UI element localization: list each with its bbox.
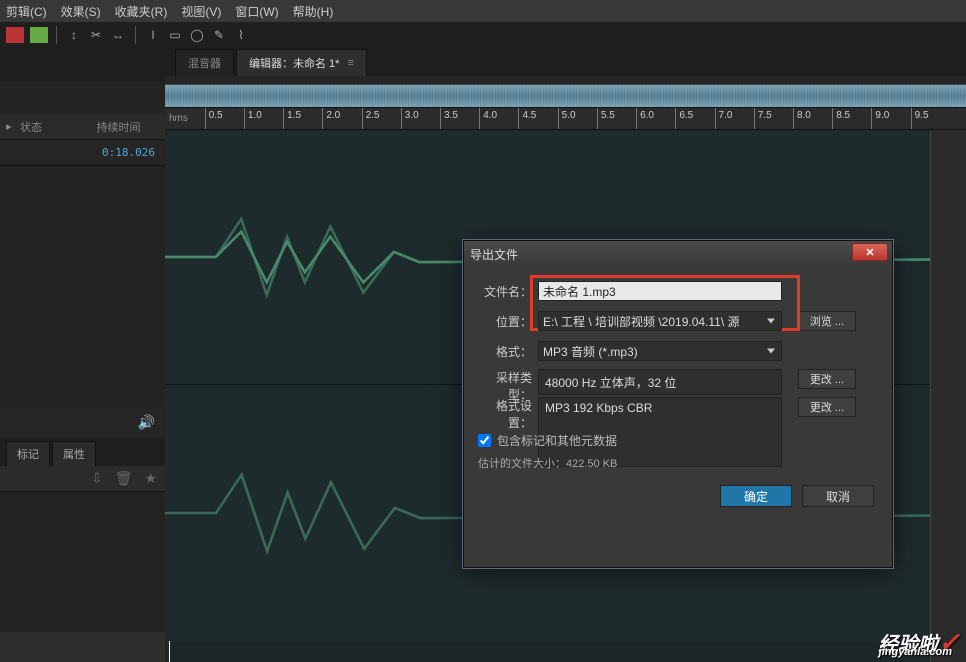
- ruler-tick: 4.0: [479, 108, 497, 129]
- menu-favorites[interactable]: 收藏夹(R): [115, 3, 168, 20]
- ruler-tick: 0.5: [205, 108, 223, 129]
- include-metadata-label: 包含标记和其他元数据: [497, 432, 617, 449]
- ruler-tick: 3.0: [401, 108, 419, 129]
- lasso-tool-icon[interactable]: ◯: [188, 27, 206, 43]
- slip-tool-icon[interactable]: ↔: [109, 27, 127, 43]
- menu-help[interactable]: 帮助(H): [293, 3, 334, 20]
- ruler-tick: 5.0: [558, 108, 576, 129]
- chevron-down-icon: [767, 349, 775, 354]
- editor-tabs: 混音器 编辑器：未命名 1* ≡: [165, 48, 966, 76]
- file-panel-header: ▸ 状态 持续时间: [0, 114, 165, 140]
- input-filename[interactable]: 未命名 1.mp3: [538, 281, 782, 301]
- speaker-icon[interactable]: 🔊: [138, 414, 155, 431]
- ruler-tick: 2.0: [322, 108, 340, 129]
- select-format[interactable]: MP3 音频 (*.mp3): [538, 341, 782, 361]
- side-tabs: 标记 属性: [0, 438, 165, 466]
- razor-tool-icon[interactable]: ✂: [87, 27, 105, 43]
- overview-waveform[interactable]: [165, 84, 966, 108]
- ruler-tick: 1.5: [283, 108, 301, 129]
- ok-button[interactable]: 确定: [720, 485, 792, 507]
- speaker-row: 🔊: [0, 406, 165, 438]
- cancel-button[interactable]: 取消: [802, 485, 874, 507]
- marquee-tool-icon[interactable]: ▭: [166, 27, 184, 43]
- ruler-tick: 2.5: [362, 108, 380, 129]
- file-row[interactable]: 0:18.026: [0, 140, 165, 166]
- ruler-tick: 7.5: [754, 108, 772, 129]
- menu-clip[interactable]: 剪辑(C): [6, 3, 47, 20]
- menu-effects[interactable]: 效果(S): [61, 3, 101, 20]
- info-sample: 48000 Hz 立体声，32 位: [538, 369, 782, 395]
- ruler-tick: 1.0: [244, 108, 262, 129]
- brush-tool-icon[interactable]: ✎: [210, 27, 228, 43]
- trash-icon[interactable]: 🗑: [115, 470, 133, 487]
- file-list-area: [0, 166, 165, 406]
- change-sample-button[interactable]: 更改 ...: [798, 369, 856, 389]
- watermark: 经验啦✓ jingyanla.com: [878, 627, 960, 658]
- side-bottom: [0, 632, 165, 662]
- time-tool-icon[interactable]: I: [144, 27, 162, 43]
- ruler-tick: 6.0: [636, 108, 654, 129]
- change-format-button[interactable]: 更改 ...: [798, 397, 856, 417]
- duration-value: 0:18.026: [102, 146, 155, 159]
- expand-icon[interactable]: ▸: [0, 120, 12, 133]
- star-icon[interactable]: ★: [144, 470, 157, 487]
- ruler-tick: 3.5: [440, 108, 458, 129]
- ruler-tick: 8.5: [832, 108, 850, 129]
- ruler-tick: 6.5: [675, 108, 693, 129]
- dialog-title: 导出文件: [470, 246, 518, 263]
- editor-area: 混音器 编辑器：未命名 1* ≡ hms 0.5 1.0 1.5 2.0 2.5 3.0 3…: [165, 48, 966, 662]
- label-fmt-setting: 格式设置：: [478, 397, 538, 423]
- props-body: [0, 492, 165, 632]
- divider: [135, 26, 136, 44]
- tab-properties[interactable]: 属性: [52, 441, 96, 466]
- ruler-tick: 9.0: [871, 108, 889, 129]
- tab-mixer[interactable]: 混音器: [175, 49, 234, 76]
- label-sample: 采样类型：: [478, 369, 538, 395]
- ruler-tick: 5.5: [597, 108, 615, 129]
- spectral-mode-icon[interactable]: [30, 27, 48, 43]
- time-ruler[interactable]: hms 0.5 1.0 1.5 2.0 2.5 3.0 3.5 4.0 4.5 5.0 5.5 6.0…: [165, 108, 966, 130]
- menu-view[interactable]: 视图(V): [181, 3, 221, 20]
- amplitude-scale: [930, 130, 966, 662]
- ruler-unit: hms: [169, 113, 197, 124]
- label-format: 格式：: [478, 343, 538, 360]
- side-panel: ▸ 状态 持续时间 0:18.026 🔊 标记 属性 ⇩ 🗑 ★: [0, 48, 165, 662]
- heal-tool-icon[interactable]: ⌇: [232, 27, 250, 43]
- export-dialog: 导出文件 ✕ 文件名： 未命名 1.mp3 位置： E:\ 工程 \ 培训部视频…: [463, 240, 893, 568]
- tab-marker[interactable]: 标记: [6, 441, 50, 466]
- ruler-tick: 8.0: [793, 108, 811, 129]
- move-tool-icon[interactable]: ↕: [65, 27, 83, 43]
- menu-bar: 剪辑(C) 效果(S) 收藏夹(R) 视图(V) 窗口(W) 帮助(H): [0, 0, 966, 22]
- import-icon[interactable]: ⇩: [91, 470, 103, 487]
- main-area: ▸ 状态 持续时间 0:18.026 🔊 标记 属性 ⇩ 🗑 ★ 混音器 编辑器…: [0, 48, 966, 662]
- tab-menu-icon[interactable]: ≡: [347, 57, 353, 69]
- label-location: 位置：: [478, 313, 538, 330]
- ruler-tick: 4.5: [518, 108, 536, 129]
- waveform-mode-icon[interactable]: [6, 27, 24, 43]
- label-filename: 文件名：: [478, 283, 538, 300]
- dialog-body: 文件名： 未命名 1.mp3 位置： E:\ 工程 \ 培训部视频 \2019.…: [464, 267, 892, 517]
- select-location[interactable]: E:\ 工程 \ 培训部视频 \2019.04.11\ 源: [538, 311, 782, 331]
- include-metadata-checkbox[interactable]: [478, 434, 491, 447]
- close-button[interactable]: ✕: [852, 243, 888, 261]
- ruler-tick: 7.0: [715, 108, 733, 129]
- browse-button[interactable]: 浏览 ...: [798, 311, 856, 331]
- ruler-tick: 9.5: [911, 108, 929, 129]
- chevron-down-icon: [767, 319, 775, 324]
- watermark-sub: jingyanla.com: [879, 646, 952, 658]
- divider: [56, 26, 57, 44]
- menu-window[interactable]: 窗口(W): [235, 3, 278, 20]
- col-duration[interactable]: 持续时间: [89, 119, 166, 135]
- dialog-titlebar[interactable]: 导出文件 ✕: [464, 241, 892, 267]
- tab-editor[interactable]: 编辑器：未命名 1* ≡: [236, 49, 367, 76]
- col-state[interactable]: 状态: [12, 119, 89, 135]
- toolbar: ↕ ✂ ↔ I ▭ ◯ ✎ ⌇: [0, 22, 966, 48]
